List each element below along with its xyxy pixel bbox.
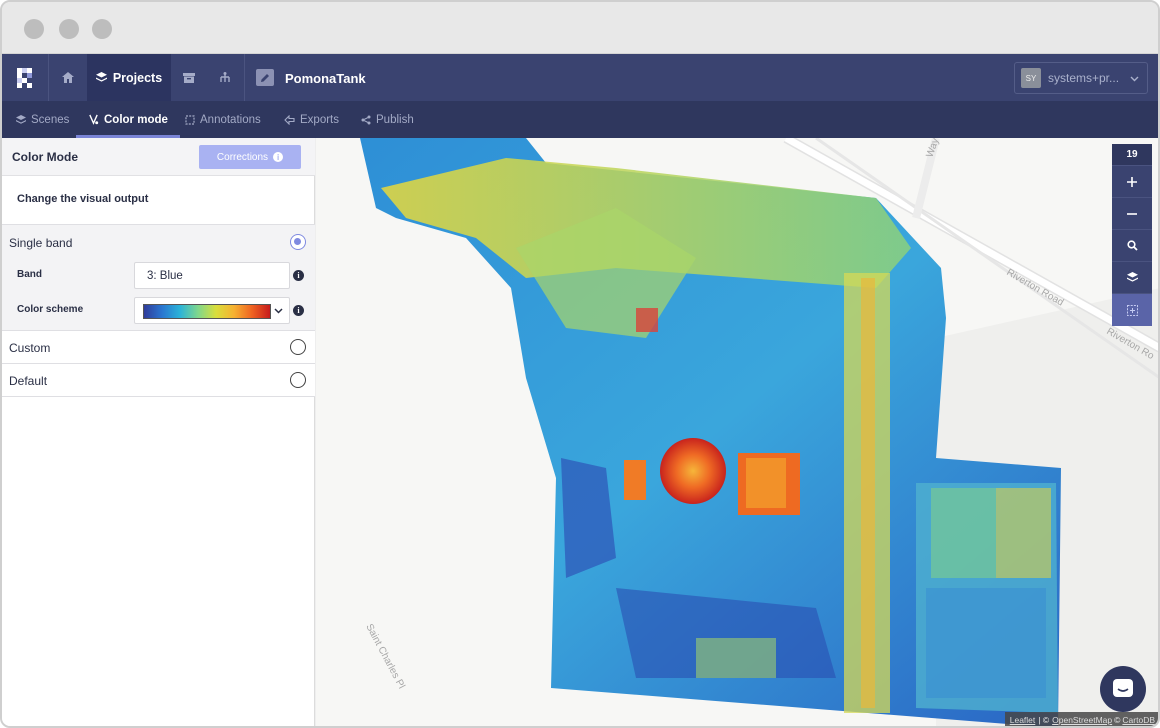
band-value: 3: Blue — [147, 270, 183, 282]
avatar: SY — [1021, 68, 1041, 88]
layers-icon — [16, 114, 26, 124]
archive-icon — [183, 72, 195, 83]
share-icon — [361, 115, 371, 124]
custom-radio[interactable] — [290, 339, 306, 355]
search-icon — [1126, 240, 1138, 251]
tab-color-mode[interactable]: Color mode — [76, 101, 180, 138]
map-view[interactable]: Riverton Road Riverton Ro Saint Charles … — [316, 138, 1158, 726]
default-option[interactable]: Default — [2, 364, 315, 397]
single-band-label: Single band — [9, 236, 73, 250]
color-scheme-gradient — [143, 304, 271, 319]
panel-header: Color Mode Corrections i — [2, 138, 315, 176]
attribution-separator: © — [1114, 715, 1121, 725]
basemap: Riverton Road Riverton Ro Saint Charles … — [316, 138, 1158, 726]
band-label: Band — [17, 269, 42, 280]
zoom-out-button[interactable] — [1112, 198, 1152, 230]
edit-project-button[interactable] — [255, 54, 275, 101]
single-band-radio[interactable] — [290, 234, 306, 250]
custom-label: Custom — [9, 341, 51, 355]
plus-icon — [1127, 176, 1137, 187]
nav-divider — [244, 54, 245, 101]
panel-title: Color Mode — [12, 150, 78, 164]
user-name: systems+pr... — [1048, 71, 1120, 85]
chevron-down-icon — [274, 308, 283, 314]
projects-button[interactable]: Projects — [87, 54, 171, 101]
map-attribution: Leaflet | © OpenStreetMap © CartoDB — [1004, 712, 1158, 726]
single-band-option: Single band Band 3: Blue i Color scheme … — [2, 224, 315, 331]
color-scheme-select[interactable] — [134, 297, 290, 324]
window-titlebar — [2, 2, 1158, 54]
select-area-button[interactable] — [1112, 294, 1152, 326]
color-scheme-label: Color scheme — [17, 304, 84, 315]
minus-icon — [1127, 212, 1137, 215]
projects-label: Projects — [112, 70, 163, 85]
leaflet-link[interactable]: Leaflet — [1010, 715, 1036, 725]
color-scheme-info-icon[interactable]: i — [293, 305, 304, 316]
band-select[interactable]: 3: Blue — [134, 262, 290, 289]
project-tabs: Scenes Color mode Annotations Exports Pu… — [2, 101, 1158, 138]
chevron-down-icon — [1130, 76, 1139, 82]
openstreetmap-link[interactable]: OpenStreetMap — [1052, 715, 1112, 725]
layers-icon — [95, 72, 107, 82]
top-navigation: Projects PomonaTank SY systems+pr... — [2, 54, 1158, 101]
custom-option[interactable]: Custom — [2, 331, 315, 364]
diagram-icon — [220, 71, 230, 82]
tab-exports[interactable]: Exports — [284, 101, 339, 138]
browser-window: Projects PomonaTank SY systems+pr... Sce… — [0, 0, 1160, 728]
project-name: PomonaTank — [285, 71, 366, 86]
default-label: Default — [9, 374, 48, 388]
layers-icon — [1126, 272, 1138, 282]
annotation-icon — [185, 114, 195, 125]
tab-label: Exports — [300, 113, 339, 126]
pencil-icon — [261, 73, 269, 82]
panel-subtitle: Change the visual output — [17, 193, 149, 205]
imports-button[interactable] — [171, 54, 207, 101]
default-radio[interactable] — [290, 372, 306, 388]
band-info-icon[interactable]: i — [293, 270, 304, 281]
home-icon — [62, 72, 74, 83]
tab-scenes[interactable]: Scenes — [16, 101, 69, 138]
tab-label: Annotations — [200, 113, 261, 126]
raster-foundry-logo[interactable] — [2, 54, 48, 101]
analyses-button[interactable] — [207, 54, 243, 101]
chat-launcher-button[interactable] — [1100, 666, 1146, 712]
tab-label: Scenes — [31, 113, 70, 126]
tab-publish[interactable]: Publish — [361, 101, 414, 138]
close-dot[interactable] — [24, 19, 44, 39]
info-icon: i — [273, 152, 284, 162]
color-mode-icon — [89, 114, 99, 125]
attribution-separator: | © — [1038, 715, 1050, 725]
home-button[interactable] — [49, 54, 87, 101]
tab-annotations[interactable]: Annotations — [185, 101, 261, 138]
project-title: PomonaTank — [285, 70, 366, 88]
map-controls: 19 — [1112, 144, 1152, 326]
corrections-button[interactable]: Corrections i — [199, 145, 301, 169]
minimize-dot[interactable] — [59, 19, 79, 39]
chat-icon — [1113, 679, 1133, 697]
corrections-label: Corrections — [216, 151, 269, 163]
export-icon — [284, 114, 295, 125]
zoom-level: 19 — [1112, 144, 1152, 166]
map-search-button[interactable] — [1112, 230, 1152, 262]
cartodb-link[interactable]: CartoDB — [1122, 715, 1155, 725]
zoom-dot[interactable] — [92, 19, 112, 39]
color-mode-panel: Color Mode Corrections i Change the visu… — [2, 138, 315, 726]
layers-button[interactable] — [1112, 262, 1152, 294]
zoom-in-button[interactable] — [1112, 166, 1152, 198]
tab-label: Publish — [376, 113, 414, 126]
user-menu[interactable]: SY systems+pr... — [1014, 62, 1148, 94]
tab-label: Color mode — [104, 113, 168, 126]
grid-select-icon — [1126, 304, 1138, 316]
